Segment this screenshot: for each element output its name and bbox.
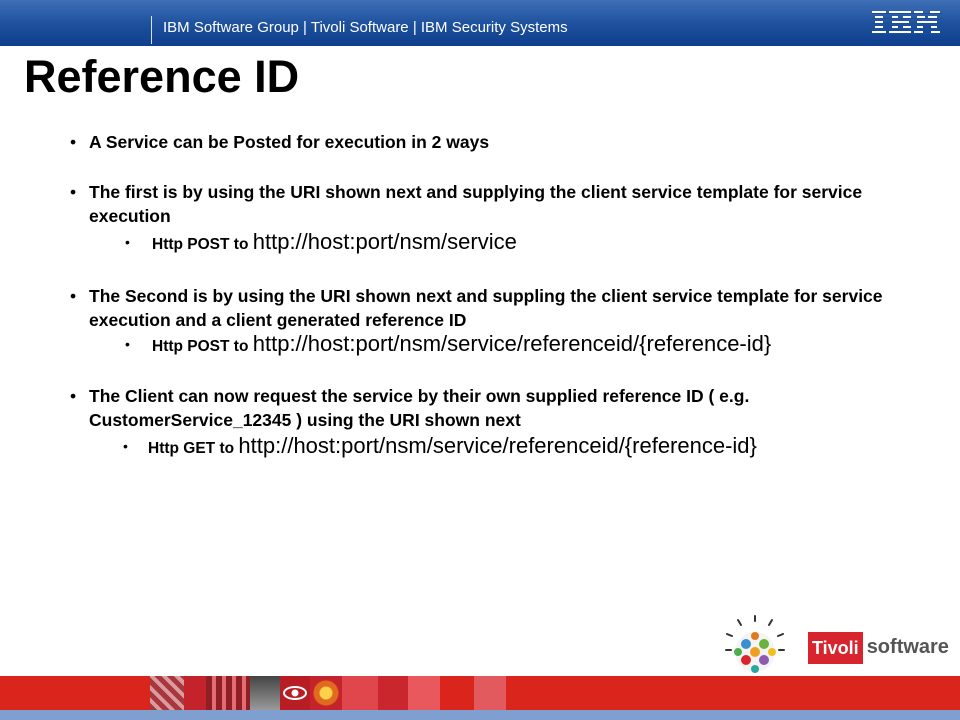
header-banner-text: IBM Software Group | Tivoli Software | I… [163, 19, 568, 36]
sub-bullet-item: Http GET to http://host:port/nsm/service… [123, 432, 940, 463]
footer-tile [150, 676, 184, 710]
bullet-list: A Service can be Posted for execution in… [70, 130, 940, 463]
ibm-smarter-planet-icon [725, 615, 785, 673]
footer-tile [206, 676, 250, 710]
footer-tile [378, 676, 408, 710]
footer-tile [310, 676, 342, 710]
footer-blue-band [0, 710, 960, 720]
tivoli-logo-word: software [866, 636, 949, 658]
http-method-label: Http POST to [152, 338, 253, 355]
slide-title: Reference ID [24, 51, 300, 102]
uri-text: http://host:port/nsm/service/referenceid… [252, 331, 772, 356]
footer-band [0, 676, 960, 720]
sub-bullet-item: Http POST to http://host:port/nsm/servic… [125, 228, 940, 259]
bullet-item: The Second is by using the URI shown nex… [70, 284, 940, 332]
bullet-item: The first is by using the URI shown next… [70, 180, 940, 228]
uri-text: http://host:port/nsm/service [252, 229, 517, 254]
footer-tile [184, 676, 206, 710]
bullet-item: A Service can be Posted for execution in… [70, 130, 940, 154]
http-method-label: Http POST to [152, 236, 253, 253]
footer-tile [342, 676, 378, 710]
footer-tile [474, 676, 506, 710]
sub-bullet-item: Http POST to http://host:port/nsm/servic… [125, 332, 940, 359]
eye-icon [280, 676, 310, 710]
footer-tile [408, 676, 440, 710]
tivoli-logo-box: Tivoli [808, 631, 863, 664]
uri-text: http://host:port/nsm/service/referenceid… [238, 433, 757, 458]
ibm-logo-icon [872, 11, 942, 34]
bullet-item: The Client can now request the service b… [70, 384, 940, 432]
header-bar: IBM Software Group | Tivoli Software | I… [0, 0, 960, 46]
tivoli-software-logo: Tivoli software [808, 631, 949, 664]
http-method-label: Http GET to [148, 440, 239, 457]
footer-tile [250, 676, 280, 710]
header-separator [151, 16, 152, 44]
